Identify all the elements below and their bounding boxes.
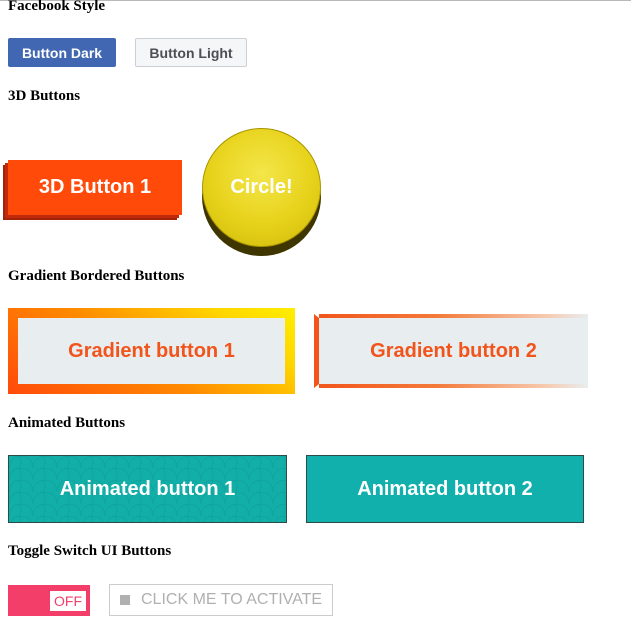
3d-button-1[interactable]: 3D Button 1 [8,160,182,215]
gradient-buttons-heading: Gradient Bordered Buttons [8,268,185,284]
toggle-buttons-heading: Toggle Switch UI Buttons [8,543,172,559]
facebook-style-heading: Facebook Style [8,0,106,14]
3d-buttons-heading: 3D Buttons [8,88,81,104]
button-light[interactable]: Button Light [135,38,247,67]
toggle-state-label: OFF [50,591,86,611]
animated-buttons-heading: Animated Buttons [8,415,126,431]
gradient-button-2[interactable]: Gradient button 2 [314,314,588,388]
animated-button-2[interactable]: Animated button 2 [306,455,584,523]
button-dark[interactable]: Button Dark [8,38,116,67]
activate-button[interactable]: CLICK ME TO ACTIVATE [109,584,333,616]
circle-button[interactable]: Circle! [202,128,321,247]
animated-button-1[interactable]: Animated button 1 [8,455,287,523]
gradient-button-1[interactable]: Gradient button 1 [8,308,295,394]
square-icon [120,595,130,605]
toggle-switch[interactable]: OFF [8,585,90,616]
activate-button-label: CLICK ME TO ACTIVATE [141,591,323,608]
